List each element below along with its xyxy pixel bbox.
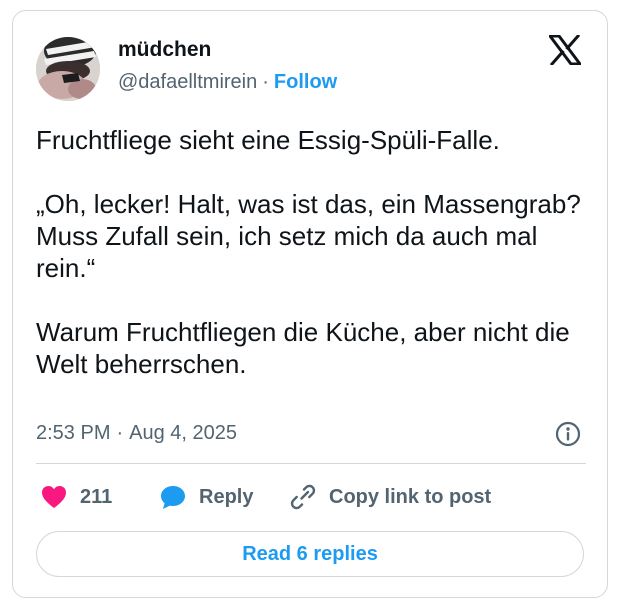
- reply-label: Reply: [199, 485, 254, 508]
- like-count: 211: [80, 485, 113, 508]
- reply-button[interactable]: Reply: [159, 481, 253, 513]
- tweet-card: müdchen @dafaelltmirein · Follow Fruchtfli…: [12, 10, 608, 598]
- info-icon[interactable]: [555, 421, 581, 447]
- follow-button[interactable]: Follow: [274, 71, 337, 93]
- handle-separator: ·: [262, 71, 269, 93]
- avatar[interactable]: [36, 37, 100, 101]
- tweet-paragraph: „Oh, lecker! Halt, was ist das, ein Mass…: [36, 189, 589, 283]
- divider: [36, 463, 586, 464]
- x-logo-icon[interactable]: [549, 35, 581, 65]
- author-handle-row: @dafaelltmirein · Follow: [118, 71, 337, 94]
- author-display-name[interactable]: müdchen: [118, 38, 211, 62]
- tweet-timestamp[interactable]: 2:53 PM · Aug 4, 2025: [36, 422, 237, 445]
- tweet-paragraph: Fruchtfliege sieht eine Essig-Spüli-Fall…: [36, 125, 500, 155]
- avatar-photo-icon: [36, 37, 100, 101]
- like-button[interactable]: 211: [40, 481, 112, 513]
- heart-icon: [42, 486, 66, 508]
- tweet-text: Fruchtfliege sieht eine Essig-Spüli-Fall…: [36, 124, 596, 380]
- tweet-time: 2:53 PM: [36, 422, 111, 444]
- tweet-date: Aug 4, 2025: [129, 422, 238, 444]
- read-replies-label: Read 6 replies: [242, 542, 378, 565]
- speech-bubble-icon: [161, 486, 185, 509]
- copy-link-button[interactable]: Copy link to post: [289, 481, 491, 513]
- author-handle[interactable]: @dafaelltmirein: [118, 71, 257, 93]
- tweet-paragraph: Warum Fruchtfliegen die Küche, aber nich…: [36, 317, 577, 379]
- copy-link-label: Copy link to post: [329, 485, 492, 508]
- read-replies-button[interactable]: Read 6 replies: [36, 531, 584, 577]
- link-icon: [290, 484, 316, 510]
- timestamp-separator: ·: [116, 422, 124, 444]
